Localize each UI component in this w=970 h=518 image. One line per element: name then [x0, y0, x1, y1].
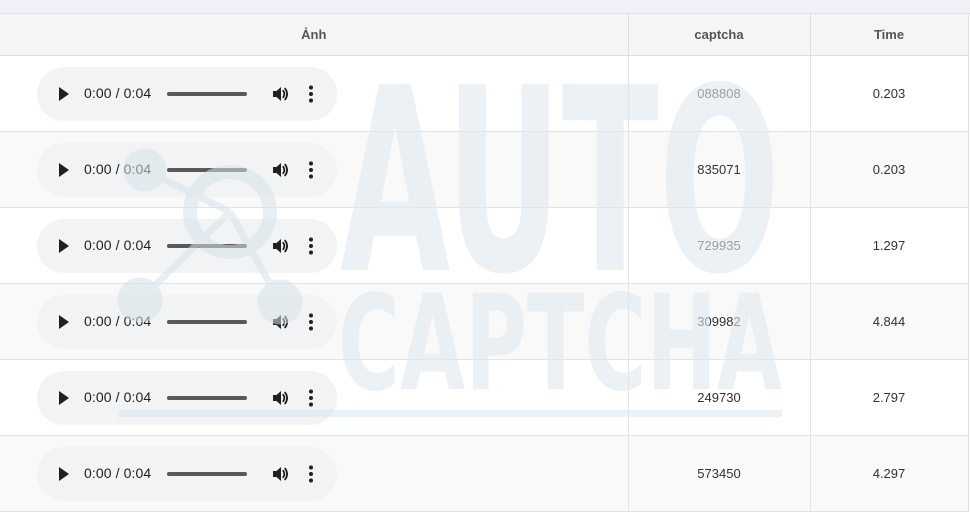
audio-player[interactable]: 0:00 / 0:04 — [37, 446, 337, 501]
time-cell: 2.797 — [810, 359, 969, 436]
table-row: 0:00 / 0:04 835071 0.203 — [0, 131, 969, 208]
audio-cell: 0:00 / 0:04 — [0, 435, 629, 512]
seek-slider[interactable] — [167, 243, 247, 248]
volume-icon[interactable] — [270, 464, 290, 484]
column-header-time[interactable]: Time — [810, 14, 969, 56]
playback-time: 0:00 / 0:04 — [84, 160, 152, 177]
results-table: Ảnh captcha Time 0:00 / 0:04 088808 0.20… — [0, 14, 969, 512]
table-row: 0:00 / 0:04 309982 4.844 — [0, 283, 969, 360]
audio-cell: 0:00 / 0:04 — [0, 55, 629, 132]
audio-player[interactable]: 0:00 / 0:04 — [37, 66, 337, 121]
time-cell: 0.203 — [810, 55, 969, 132]
seek-slider[interactable] — [167, 319, 247, 324]
audio-cell: 0:00 / 0:04 — [0, 283, 629, 360]
table-row: 0:00 / 0:04 573450 4.297 — [0, 435, 969, 512]
playback-time: 0:00 / 0:04 — [84, 312, 152, 329]
audio-player[interactable]: 0:00 / 0:04 — [37, 142, 337, 197]
captcha-cell: 088808 — [628, 55, 811, 132]
table-header-row: Ảnh captcha Time — [0, 14, 969, 56]
playback-time: 0:00 / 0:04 — [84, 84, 152, 101]
seek-slider[interactable] — [167, 91, 247, 96]
volume-icon[interactable] — [270, 84, 290, 104]
volume-icon[interactable] — [270, 236, 290, 256]
captcha-cell: 309982 — [628, 283, 811, 360]
play-icon[interactable] — [57, 313, 71, 331]
top-band — [0, 0, 970, 14]
more-vert-icon[interactable] — [307, 84, 315, 104]
captcha-cell: 573450 — [628, 435, 811, 512]
more-vert-icon[interactable] — [307, 312, 315, 332]
playback-time: 0:00 / 0:04 — [84, 236, 152, 253]
volume-icon[interactable] — [270, 312, 290, 332]
time-cell: 4.297 — [810, 435, 969, 512]
seek-slider[interactable] — [167, 395, 247, 400]
captcha-cell: 835071 — [628, 131, 811, 208]
playback-time: 0:00 / 0:04 — [84, 388, 152, 405]
time-cell: 0.203 — [810, 131, 969, 208]
volume-icon[interactable] — [270, 160, 290, 180]
time-cell: 4.844 — [810, 283, 969, 360]
play-icon[interactable] — [57, 237, 71, 255]
audio-cell: 0:00 / 0:04 — [0, 359, 629, 436]
captcha-cell: 729935 — [628, 207, 811, 284]
play-icon[interactable] — [57, 389, 71, 407]
column-header-captcha[interactable]: captcha — [628, 14, 811, 56]
volume-icon[interactable] — [270, 388, 290, 408]
more-vert-icon[interactable] — [307, 464, 315, 484]
table-row: 0:00 / 0:04 249730 2.797 — [0, 359, 969, 436]
more-vert-icon[interactable] — [307, 236, 315, 256]
playback-time: 0:00 / 0:04 — [84, 464, 152, 481]
captcha-cell: 249730 — [628, 359, 811, 436]
more-vert-icon[interactable] — [307, 160, 315, 180]
audio-cell: 0:00 / 0:04 — [0, 207, 629, 284]
table-row: 0:00 / 0:04 088808 0.203 — [0, 55, 969, 132]
column-header-image[interactable]: Ảnh — [0, 14, 629, 56]
more-vert-icon[interactable] — [307, 388, 315, 408]
audio-cell: 0:00 / 0:04 — [0, 131, 629, 208]
table-row: 0:00 / 0:04 729935 1.297 — [0, 207, 969, 284]
play-icon[interactable] — [57, 85, 71, 103]
time-cell: 1.297 — [810, 207, 969, 284]
seek-slider[interactable] — [167, 471, 247, 476]
seek-slider[interactable] — [167, 167, 247, 172]
audio-player[interactable]: 0:00 / 0:04 — [37, 218, 337, 273]
audio-player[interactable]: 0:00 / 0:04 — [37, 370, 337, 425]
play-icon[interactable] — [57, 161, 71, 179]
audio-player[interactable]: 0:00 / 0:04 — [37, 294, 337, 349]
play-icon[interactable] — [57, 465, 71, 483]
